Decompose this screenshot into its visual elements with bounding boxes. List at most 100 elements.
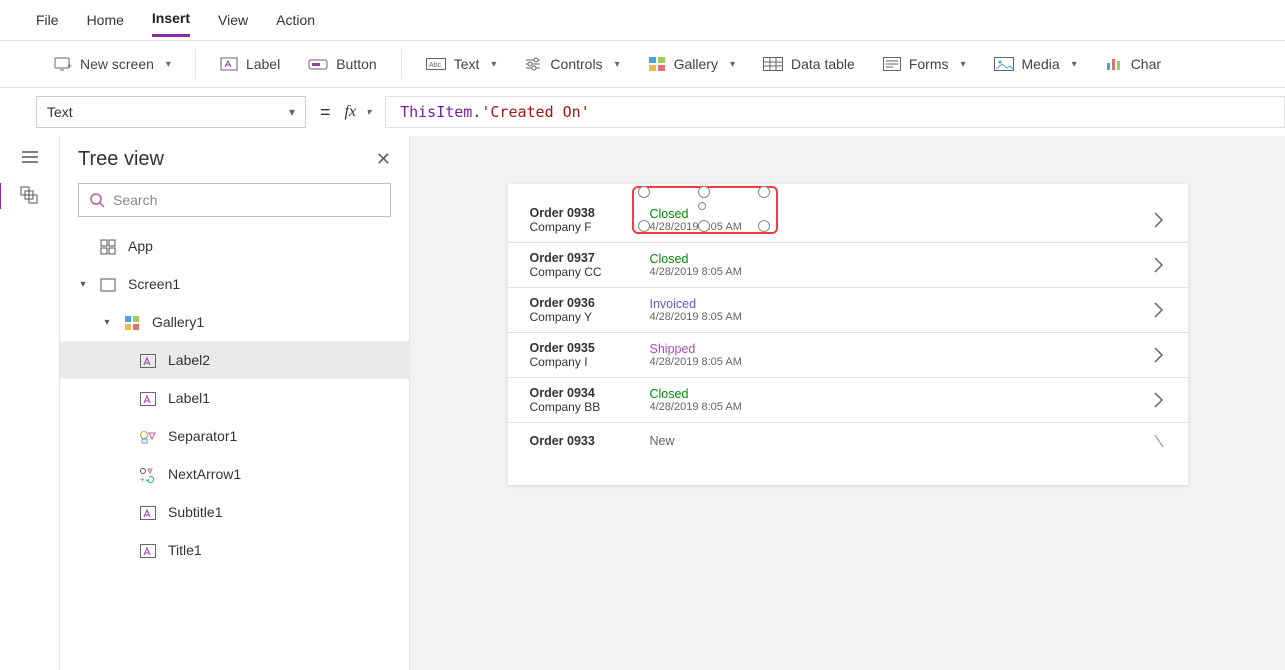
tree-label: Label1 [168, 390, 210, 406]
tree-node-gallery1[interactable]: ▾ Gallery1 [60, 303, 409, 341]
chevron-down-icon: ▾ [960, 59, 965, 70]
property-selector-value: Text [47, 104, 73, 120]
gallery-col-status: Closed4/28/2019 8:05 AM [650, 207, 790, 233]
app-preview[interactable]: Order 0938Company FClosed4/28/2019 8:05 … [508, 184, 1188, 485]
formula-input[interactable]: ThisItem.'Created On' [385, 96, 1285, 128]
text-dropdown-label: Text [454, 56, 480, 72]
formula-token-dot: . [472, 103, 481, 121]
tree-node-label1[interactable]: Label1 [60, 379, 409, 417]
chevron-right-icon[interactable] [1152, 210, 1166, 230]
canvas[interactable]: Order 0938Company FClosed4/28/2019 8:05 … [410, 136, 1285, 670]
formula-token-object: ThisItem [400, 103, 472, 121]
gallery-row[interactable]: Order 0938Company FClosed4/28/2019 8:05 … [508, 198, 1188, 243]
ribbon-separator [401, 49, 402, 79]
ribbon-separator [195, 49, 196, 79]
label-icon [138, 352, 158, 368]
order-company: Company F [530, 220, 650, 234]
gallery-col-order: Order 0934Company BB [530, 386, 650, 414]
chevron-right-icon[interactable] [1152, 431, 1166, 451]
gallery-row[interactable]: Order 0935Company IShipped4/28/2019 8:05… [508, 333, 1188, 378]
chevron-down-icon: ▾ [289, 105, 295, 119]
tree: App ▾ Screen1 ▾ Gallery1 Label2 Label1 Sep… [60, 227, 409, 569]
order-company: Company CC [530, 265, 650, 279]
menu-view[interactable]: View [218, 4, 248, 36]
search-input[interactable]: Search [78, 183, 391, 217]
menu-home[interactable]: Home [87, 4, 124, 36]
gallery-col-status: Closed4/28/2019 8:05 AM [650, 252, 790, 278]
tree-node-title1[interactable]: Title1 [60, 531, 409, 569]
order-company: Company Y [530, 310, 650, 324]
formula-bar: Text ▾ = fx ▾ ThisItem.'Created On' [0, 88, 1285, 136]
charts-dropdown-label: Char [1131, 56, 1161, 72]
gallery-col-order: Order 0937Company CC [530, 251, 650, 279]
svg-text:+: + [67, 61, 72, 71]
tree-view-panel: Tree view ✕ Search App ▾ Screen1 ▾ [60, 136, 410, 670]
svg-text:Abc: Abc [429, 62, 442, 69]
order-title: Order 0934 [530, 386, 650, 400]
button-button[interactable]: Button [302, 52, 382, 76]
screen-icon [98, 276, 118, 292]
status-date: 4/28/2019 8:05 AM [650, 356, 790, 368]
charts-dropdown[interactable]: Char [1099, 52, 1167, 76]
gallery-dropdown-label: Gallery [674, 56, 718, 72]
gallery-row[interactable]: Order 0936Company YInvoiced4/28/2019 8:0… [508, 288, 1188, 333]
tree-node-subtitle1[interactable]: Subtitle1 [60, 493, 409, 531]
chevron-right-icon[interactable] [1152, 390, 1166, 410]
menu-file[interactable]: File [36, 4, 59, 36]
media-icon [994, 57, 1014, 71]
gallery-row[interactable]: Order 0937Company CCClosed4/28/2019 8:05… [508, 243, 1188, 288]
status-date: 4/28/2019 8:05 AM [650, 266, 790, 278]
tree-node-label2[interactable]: Label2 [60, 341, 409, 379]
media-dropdown[interactable]: Media ▾ [988, 52, 1083, 76]
tree-label: App [128, 238, 153, 254]
forms-dropdown[interactable]: Forms ▾ [877, 52, 972, 76]
separator-icon [138, 428, 158, 444]
gallery-row[interactable]: Order 0934Company BBClosed4/28/2019 8:05… [508, 378, 1188, 423]
text-icon: Abc [426, 57, 446, 71]
chevron-right-icon[interactable] [1152, 345, 1166, 365]
chevron-down-icon: ▾ [166, 59, 171, 70]
gallery-icon [648, 56, 666, 72]
tree-view-tab-icon[interactable] [19, 185, 41, 205]
data-table-button[interactable]: Data table [757, 52, 861, 76]
chevron-right-icon[interactable] [1152, 300, 1166, 320]
gallery-row[interactable]: Order 0933New [508, 423, 1188, 459]
order-title: Order 0935 [530, 341, 650, 355]
close-icon[interactable]: ✕ [376, 149, 391, 170]
label-icon [138, 504, 158, 520]
new-screen-button[interactable]: + New screen ▾ [48, 52, 177, 76]
text-dropdown[interactable]: Abc Text ▾ [420, 52, 503, 76]
label-button[interactable]: Label [214, 52, 286, 76]
status-label: New [650, 434, 790, 448]
status-label: Closed [650, 252, 790, 266]
fx-icon: fx [345, 103, 357, 121]
order-title: Order 0937 [530, 251, 650, 265]
tree-node-separator1[interactable]: Separator1 [60, 417, 409, 455]
order-title: Order 0938 [530, 206, 650, 220]
chevron-right-icon[interactable] [1152, 255, 1166, 275]
formula-token-string: 'Created On' [481, 103, 589, 121]
tree-node-screen1[interactable]: ▾ Screen1 [60, 265, 409, 303]
chevron-down-icon: ▾ [491, 59, 496, 70]
status-date: 4/28/2019 8:05 AM [650, 401, 790, 413]
tree-node-nextarrow1[interactable]: +NextArrow1 [60, 455, 409, 493]
new-screen-label: New screen [80, 56, 154, 72]
order-title: Order 0936 [530, 296, 650, 310]
chevron-down-icon: ▾ [615, 59, 620, 70]
gallery-dropdown[interactable]: Gallery ▾ [642, 52, 741, 76]
caret-icon: ▾ [102, 317, 112, 328]
gallery-icon [122, 313, 142, 330]
status-date: 4/28/2019 8:05 AM [650, 221, 790, 233]
media-dropdown-label: Media [1022, 56, 1060, 72]
label-icon [138, 390, 158, 406]
label-icon [220, 56, 238, 72]
menu-action[interactable]: Action [276, 4, 315, 36]
menu-bar: File Home Insert View Action [0, 0, 1285, 40]
controls-icon [524, 57, 542, 71]
tree-node-app[interactable]: App [60, 227, 409, 265]
hamburger-icon[interactable] [20, 148, 40, 165]
fx-button[interactable]: fx ▾ [345, 103, 372, 121]
property-selector[interactable]: Text ▾ [36, 96, 306, 128]
controls-dropdown[interactable]: Controls ▾ [518, 52, 625, 76]
menu-insert[interactable]: Insert [152, 2, 190, 37]
